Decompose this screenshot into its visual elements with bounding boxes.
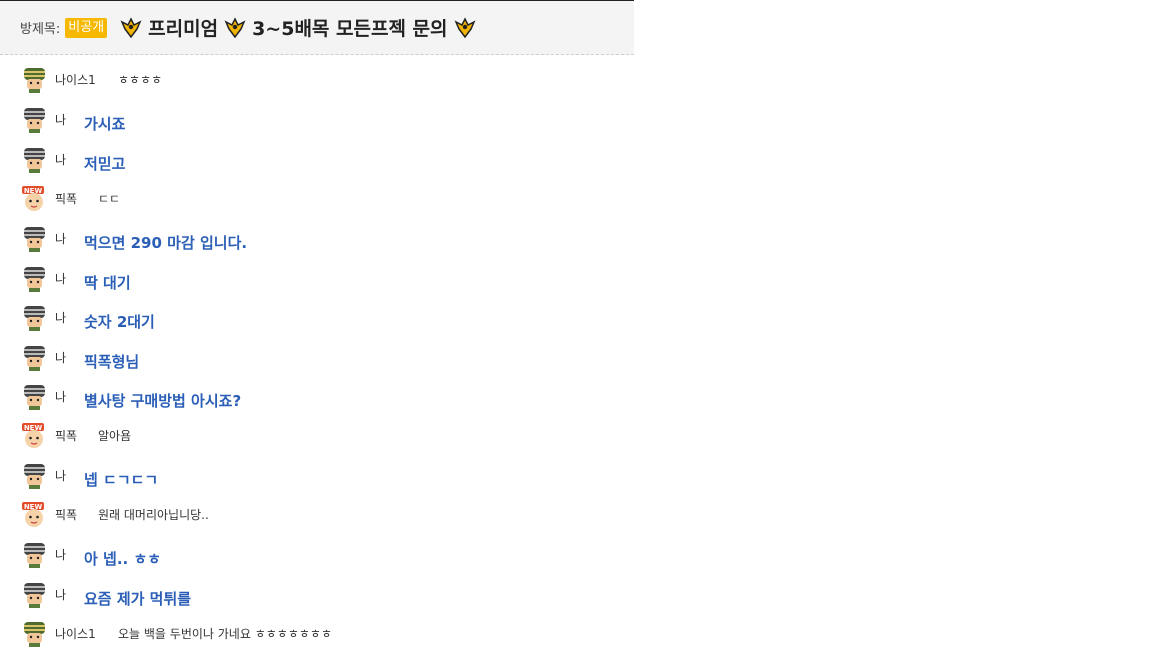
avatar[interactable] <box>20 146 49 173</box>
chat-message: 나이스1 오늘 백을 두번이나 가네요 ㅎㅎㅎㅎㅎㅎㅎ <box>20 620 630 650</box>
avatar[interactable] <box>20 225 49 252</box>
message-text: 넵 ㄷㄱㄷㄱ <box>84 471 159 489</box>
room-title-label: 방제목: <box>20 22 61 37</box>
message-text: 알아욤 <box>98 429 132 443</box>
sender-name[interactable]: 나이스1 <box>55 71 96 88</box>
avatar[interactable] <box>20 541 49 568</box>
avatar[interactable] <box>20 106 49 133</box>
message-text: 픽폭형님 <box>84 353 140 371</box>
sender-name[interactable]: 픽폭 <box>55 190 77 207</box>
chat-message: 나 가시죠 <box>20 106 630 136</box>
sender-name[interactable]: 픽폭 <box>55 427 77 444</box>
chat-message: 나이스1 ㅎㅎㅎㅎ <box>20 66 630 96</box>
sender-name[interactable]: 나 <box>55 349 66 366</box>
message-text: 먹으면 290 마감 입니다. <box>84 234 248 252</box>
chat-message: 나 저믿고 <box>20 146 630 176</box>
avatar[interactable]: NEW <box>20 422 49 449</box>
chat-message: 나 요즘 제가 먹튀를 <box>20 581 630 611</box>
chat-message: 나 넵 ㄷㄱㄷㄱ <box>20 462 630 492</box>
sender-name[interactable]: 나 <box>55 546 66 563</box>
message-text: 딱 대기 <box>84 274 131 292</box>
sender-name[interactable]: 나 <box>55 230 66 247</box>
avatar[interactable] <box>20 620 49 647</box>
private-badge: 비공개 <box>65 17 108 38</box>
chat-message: 나 픽폭형님 <box>20 344 630 374</box>
sender-name[interactable]: 픽폭 <box>55 506 77 523</box>
message-text: 요즘 제가 먹튀를 <box>84 590 192 608</box>
sender-name[interactable]: 나 <box>55 151 66 168</box>
chat-message: 나 숫자 2대기 <box>20 304 630 334</box>
avatar[interactable] <box>20 265 49 292</box>
sender-name[interactable]: 나 <box>55 467 66 484</box>
sender-name[interactable]: 나 <box>55 388 66 405</box>
room-header: 방제목: 비공개 프리미엄 3~5배목 모든프젝 문의 <box>0 0 634 55</box>
sender-name[interactable]: 나 <box>55 111 66 128</box>
avatar[interactable] <box>20 344 49 371</box>
message-text: 아 넵.. ㅎㅎ <box>84 550 162 568</box>
room-title-detail: 3~5배목 모든프젝 문의 <box>252 18 448 40</box>
avatar[interactable] <box>20 462 49 489</box>
avatar[interactable]: NEW <box>20 501 49 528</box>
avatar[interactable] <box>20 304 49 331</box>
chat-panel: 방제목: 비공개 프리미엄 3~5배목 모든프젝 문의 나이스1 ㅎㅎㅎㅎ 나 가시죠… <box>0 0 634 648</box>
gold-emblem-icon <box>120 16 142 39</box>
message-text: 원래 대머리아닙니당.. <box>98 508 209 522</box>
chat-message: NEW 픽폭 알아욤 <box>20 422 630 452</box>
avatar[interactable] <box>20 66 49 93</box>
message-text: 별사탕 구매방법 아시죠? <box>84 392 242 410</box>
sender-name[interactable]: 나 <box>55 270 66 287</box>
avatar[interactable]: NEW <box>20 185 49 212</box>
message-text: 숫자 2대기 <box>84 313 155 331</box>
chat-message: NEW 픽폭 원래 대머리아닙니당.. <box>20 501 630 531</box>
avatar[interactable] <box>20 581 49 608</box>
chat-message: 나 먹으면 290 마감 입니다. <box>20 225 630 255</box>
room-title: 프리미엄 <box>148 18 219 40</box>
sender-name[interactable]: 나 <box>55 309 66 326</box>
chat-message: NEW 픽폭 ㄷㄷ <box>20 185 630 215</box>
chat-message: 나 아 넵.. ㅎㅎ <box>20 541 630 571</box>
chat-message: 나 별사탕 구매방법 아시죠? <box>20 383 630 413</box>
message-text: ㄷㄷ <box>98 192 121 206</box>
chat-message: 나 딱 대기 <box>20 265 630 295</box>
sender-name[interactable]: 나이스1 <box>55 625 96 642</box>
sender-name[interactable]: 나 <box>55 586 66 603</box>
gold-emblem-icon <box>454 16 476 39</box>
avatar[interactable] <box>20 383 49 410</box>
message-text: ㅎㅎㅎㅎ <box>118 73 163 87</box>
message-text: 가시죠 <box>84 115 126 133</box>
message-text: 오늘 백을 두번이나 가네요 ㅎㅎㅎㅎㅎㅎㅎ <box>118 627 332 641</box>
gold-emblem-icon <box>224 16 246 39</box>
message-text: 저믿고 <box>84 155 126 173</box>
